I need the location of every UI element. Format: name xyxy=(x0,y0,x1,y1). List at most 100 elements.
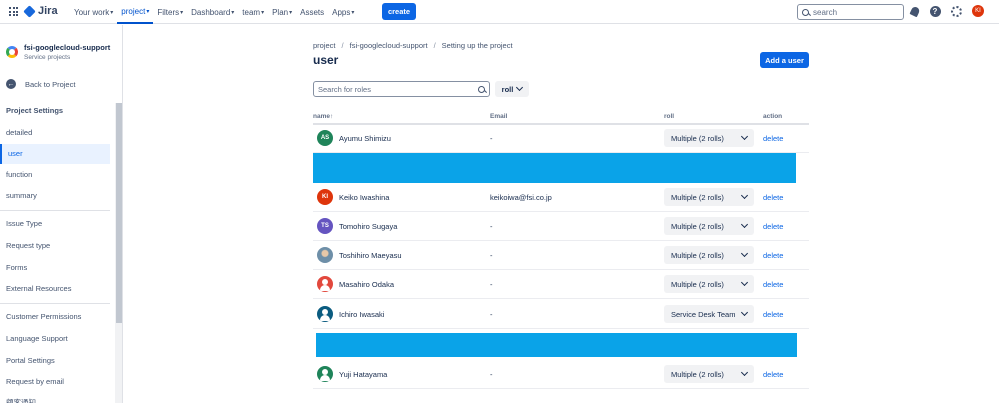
sidebar-scrollbar-thumb[interactable] xyxy=(116,103,122,323)
table-row: Toshihiro Maeyasu - Multiple (2 rolls) d… xyxy=(313,241,809,270)
app-switcher-icon[interactable] xyxy=(9,7,18,16)
search-input[interactable]: search xyxy=(797,4,904,20)
project-header[interactable]: fsi-googlecloud-support Service projects xyxy=(6,43,110,62)
chevron-down-icon xyxy=(740,278,749,287)
breadcrumb-project-name[interactable]: fsi-googlecloud-support xyxy=(350,41,428,50)
user-email: keikoiwa@fsi.co.jp xyxy=(490,193,552,202)
sidebar-item-function[interactable]: function xyxy=(6,165,110,185)
search-icon xyxy=(802,8,809,16)
role-select[interactable]: Multiple (2 rolls) xyxy=(664,217,754,235)
redacted-row xyxy=(313,153,796,183)
role-search-input[interactable]: Search for roles xyxy=(313,81,490,97)
role-select[interactable]: Multiple (2 rolls) xyxy=(664,129,754,147)
chevron-down-icon xyxy=(740,191,749,200)
user-name: Yuji Hatayama xyxy=(339,370,388,379)
page-title: user xyxy=(313,53,339,67)
user-name: Masahiro Odaka xyxy=(339,280,395,289)
search-icon xyxy=(478,85,485,93)
jira-logo[interactable]: Jira xyxy=(23,4,58,18)
sidebar-item-external-resources[interactable]: External Resources xyxy=(6,279,110,299)
sidebar-item-customer-permissions[interactable]: Customer Permissions xyxy=(6,307,110,327)
chevron-down-icon xyxy=(740,368,749,377)
chevron-down-icon xyxy=(740,220,749,229)
role-select[interactable]: Multiple (2 rolls) xyxy=(664,246,754,264)
user-name: Keiko Iwashina xyxy=(339,193,390,202)
chevron-down-icon xyxy=(740,132,749,141)
back-to-project-link[interactable]: ← Back to Project xyxy=(6,79,75,89)
google-cloud-icon xyxy=(6,46,18,58)
sidebar-item-customer-notifications[interactable]: 顧客通知 xyxy=(6,393,110,403)
role-select[interactable]: Multiple (2 rolls) xyxy=(664,365,754,383)
nav-filters[interactable]: Filters ▾ xyxy=(153,0,187,24)
user-email: - xyxy=(490,310,493,319)
avatar-photo xyxy=(317,247,333,263)
breadcrumb-project[interactable]: project xyxy=(313,41,336,50)
add-user-button[interactable]: Add a user xyxy=(760,52,809,68)
profile-avatar[interactable]: KI xyxy=(972,5,984,17)
user-name: Ichiro Iwasaki xyxy=(339,310,385,319)
delete-link[interactable]: delete xyxy=(763,193,783,202)
role-select[interactable]: Multiple (2 rolls) xyxy=(664,188,754,206)
arrow-left-icon: ← xyxy=(6,79,16,89)
avatar: AS xyxy=(317,130,333,146)
sidebar-item-request-by-email[interactable]: Request by email xyxy=(6,372,110,392)
user-name: Toshihiro Maeyasu xyxy=(339,251,402,260)
chevron-down-icon: ▾ xyxy=(146,8,150,15)
role-select[interactable]: Multiple (2 rolls) xyxy=(664,275,754,293)
table-row: AS Ayumu Shimizu - Multiple (2 rolls) de… xyxy=(313,124,809,153)
project-type: Service projects xyxy=(24,54,71,61)
sidebar-item-summary[interactable]: summary xyxy=(6,186,110,206)
sidebar-item-user[interactable]: user xyxy=(0,144,110,164)
top-navigation: Jira Your work ▾ project ▾ Filters ▾ Dashbo… xyxy=(0,0,999,24)
breadcrumb-settings[interactable]: Setting up the project xyxy=(442,41,513,50)
chevron-down-icon xyxy=(740,308,749,317)
nav-team[interactable]: team ▾ xyxy=(238,0,268,24)
avatar: KI xyxy=(317,189,333,205)
sidebar-divider xyxy=(0,210,110,211)
sidebar-divider xyxy=(0,303,110,304)
chevron-down-icon: ▾ xyxy=(261,9,265,16)
sidebar-item-portal-settings[interactable]: Portal Settings xyxy=(6,351,110,371)
user-name: Ayumu Shimizu xyxy=(339,134,391,143)
delete-link[interactable]: delete xyxy=(763,134,783,143)
default-avatar-icon xyxy=(317,276,333,292)
user-email: - xyxy=(490,370,493,379)
chevron-down-icon: ▾ xyxy=(351,9,355,16)
default-avatar-icon xyxy=(317,306,333,322)
sidebar-item-request-type[interactable]: Request type xyxy=(6,236,110,256)
sidebar-item-issue-type[interactable]: Issue Type xyxy=(6,214,110,234)
column-header-role: roll xyxy=(664,113,675,120)
jira-mark-icon xyxy=(23,4,36,18)
delete-link[interactable]: delete xyxy=(763,280,783,289)
sort-arrow-icon: ↑ xyxy=(329,113,334,120)
delete-link[interactable]: delete xyxy=(763,251,783,260)
chevron-down-icon: ▾ xyxy=(110,9,114,16)
nav-plan[interactable]: Plan ▾ xyxy=(268,0,296,24)
nav-apps[interactable]: Apps ▾ xyxy=(328,0,358,24)
delete-link[interactable]: delete xyxy=(763,370,783,379)
gear-icon[interactable] xyxy=(950,5,962,17)
help-icon[interactable]: ? xyxy=(929,5,941,17)
notifications-icon[interactable] xyxy=(909,5,921,17)
nav-your-work[interactable]: Your work ▾ xyxy=(70,0,117,24)
user-email: - xyxy=(490,222,493,231)
nav-project[interactable]: project ▾ xyxy=(117,0,154,24)
column-header-action: action xyxy=(763,113,783,120)
sidebar-item-language-support[interactable]: Language Support xyxy=(6,329,110,349)
sidebar-item-detailed[interactable]: detailed xyxy=(6,123,110,143)
project-name: fsi-googlecloud-support xyxy=(24,43,111,52)
nav-dashboard[interactable]: Dashboard ▾ xyxy=(187,0,238,24)
delete-link[interactable]: delete xyxy=(763,222,783,231)
user-email: - xyxy=(490,134,493,143)
table-row: Ichiro Iwasaki - Service Desk Team delet… xyxy=(313,300,809,329)
table-row: Yuji Hatayama - Multiple (2 rolls) delet… xyxy=(313,360,809,389)
chevron-down-icon xyxy=(740,249,749,258)
delete-link[interactable]: delete xyxy=(763,310,783,319)
create-button[interactable]: create xyxy=(382,3,416,20)
column-header-email: Email xyxy=(490,113,508,120)
sidebar-item-forms[interactable]: Forms xyxy=(6,258,110,278)
nav-assets[interactable]: Assets xyxy=(296,0,328,24)
role-select[interactable]: Service Desk Team xyxy=(664,305,754,323)
roll-filter-dropdown[interactable]: roll xyxy=(495,81,529,97)
column-header-name[interactable]: name↑ xyxy=(313,113,333,120)
